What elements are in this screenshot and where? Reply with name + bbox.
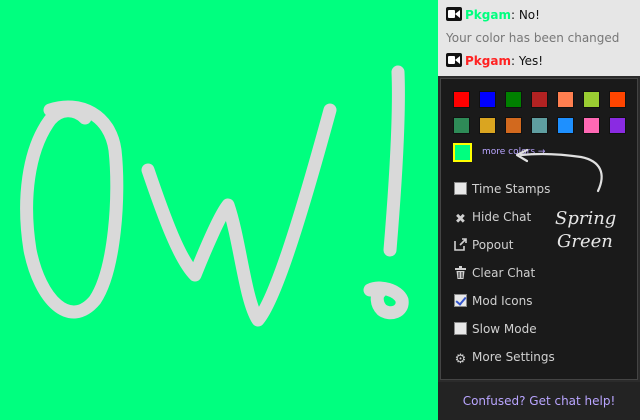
close-icon: ✖: [455, 212, 466, 227]
trash-icon: [454, 266, 467, 279]
annotation-line-2: Green: [557, 231, 613, 252]
option-label: Mod Icons: [472, 294, 533, 308]
moderator-camera-icon: [446, 7, 462, 21]
color-swatch[interactable]: [505, 117, 522, 134]
color-swatch[interactable]: [505, 91, 522, 108]
color-swatch[interactable]: [583, 91, 600, 108]
chat-message-text: No!: [518, 8, 540, 22]
color-swatch[interactable]: [557, 91, 574, 108]
option-label: Slow Mode: [472, 322, 537, 336]
option-label: Hide Chat: [472, 210, 532, 224]
chat-settings-panel: more colors → Time Stamps ✖ Hide Chat Pop…: [440, 78, 638, 380]
chat-message-text: Yes!: [518, 54, 544, 68]
color-swatch[interactable]: [609, 91, 626, 108]
option-clear-chat[interactable]: Clear Chat: [454, 264, 535, 282]
option-hide-chat[interactable]: ✖ Hide Chat: [454, 208, 531, 226]
color-swatch[interactable]: [453, 143, 472, 162]
color-swatch[interactable]: [609, 117, 626, 134]
handwritten-ow-drawing: [20, 65, 409, 327]
annotation-line-1: Spring: [555, 208, 616, 229]
option-label: Time Stamps: [472, 182, 551, 196]
time-stamps-checkbox[interactable]: [454, 182, 467, 195]
slow-mode-checkbox[interactable]: [454, 322, 467, 335]
color-swatch[interactable]: [453, 117, 470, 134]
mod-icons-checkbox[interactable]: [454, 294, 467, 307]
moderator-camera-icon: [446, 53, 462, 67]
color-swatch[interactable]: [557, 117, 574, 134]
chat-message: Pkgam: No!: [446, 6, 540, 24]
option-slow-mode[interactable]: Slow Mode: [454, 320, 537, 338]
option-mod-icons[interactable]: Mod Icons: [454, 292, 532, 310]
color-swatch[interactable]: [531, 117, 548, 134]
chat-username[interactable]: Pkgam: [465, 8, 511, 22]
color-swatch[interactable]: [583, 117, 600, 134]
option-label: More Settings: [472, 350, 555, 364]
color-swatch[interactable]: [531, 91, 548, 108]
option-popout[interactable]: Popout: [454, 236, 513, 254]
chat-help-link[interactable]: Confused? Get chat help!: [438, 382, 640, 420]
option-label: Clear Chat: [472, 266, 536, 280]
chat-log: Pkgam: No! Your color has been changed P…: [438, 0, 640, 76]
system-message: Your color has been changed: [446, 31, 620, 45]
option-more-settings[interactable]: ⚙ More Settings: [454, 348, 555, 366]
gear-icon: ⚙: [454, 352, 467, 367]
option-time-stamps[interactable]: Time Stamps: [454, 180, 550, 198]
chat-message: Pkgam: Yes!: [446, 52, 543, 70]
external-link-icon: [454, 238, 467, 251]
option-label: Popout: [472, 238, 514, 252]
chat-sidebar: Pkgam: No! Your color has been changed P…: [438, 0, 640, 420]
color-swatch[interactable]: [479, 91, 496, 108]
more-colors-link[interactable]: more colors →: [482, 147, 545, 157]
chat-separator: :: [510, 8, 519, 22]
drawing-canvas: [0, 0, 438, 420]
color-swatch[interactable]: [453, 91, 470, 108]
chat-username[interactable]: Pkgam: [465, 54, 511, 68]
color-swatch[interactable]: [479, 117, 496, 134]
chat-separator: :: [510, 54, 519, 68]
